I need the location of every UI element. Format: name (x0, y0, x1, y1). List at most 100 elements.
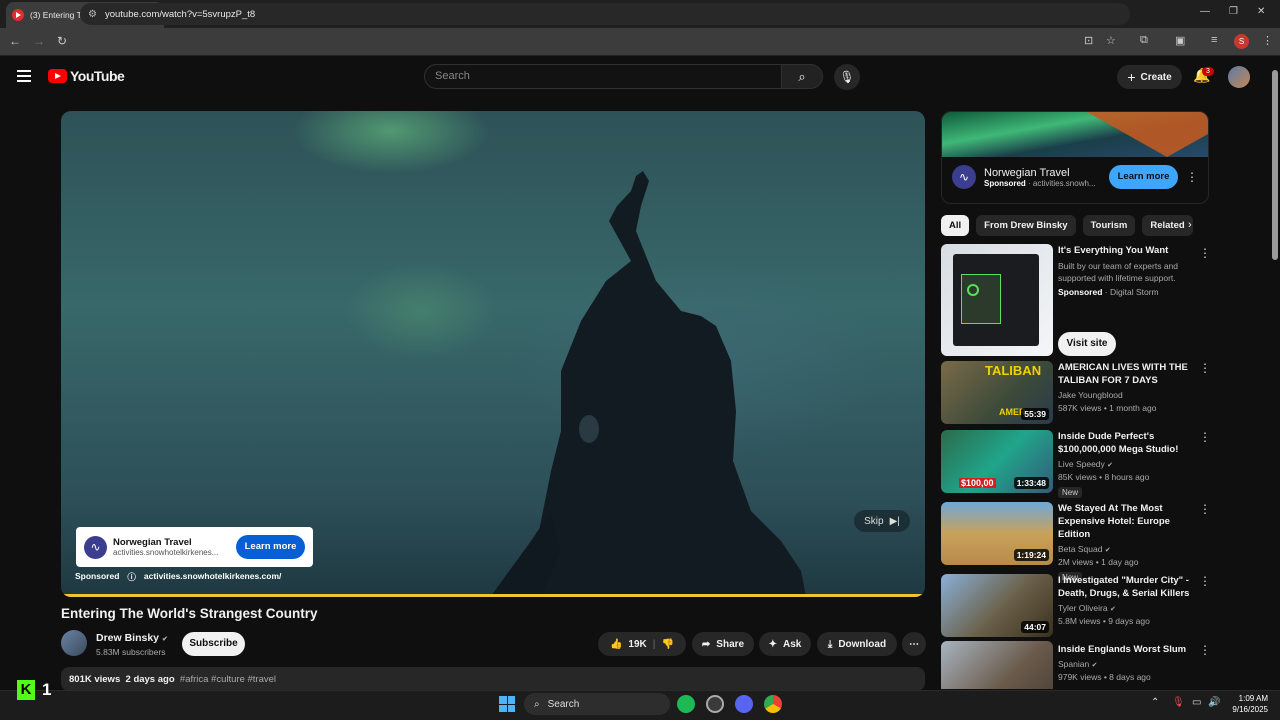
spotify-icon[interactable] (677, 695, 695, 713)
video-channel[interactable]: Spanian ✔ (1058, 659, 1198, 669)
site-info-icon[interactable]: ⚙ (88, 9, 97, 20)
thumbs-down-icon[interactable]: 👎 (662, 639, 674, 650)
download-button[interactable]: ⤓ Download (817, 632, 897, 656)
back-icon[interactable]: ← (9, 34, 21, 48)
video-duration: 44:07 (1021, 621, 1049, 633)
visit-site-button[interactable]: Visit site (1058, 332, 1116, 356)
share-button[interactable]: ➦ Share (692, 632, 754, 656)
chip-tourism[interactable]: Tourism (1082, 215, 1136, 236)
split-view-icon[interactable]: ▣ (1175, 34, 1185, 47)
video-channel[interactable]: Live Speedy ✔ (1058, 459, 1198, 469)
create-button[interactable]: + Create (1117, 65, 1182, 89)
video-frame-image (491, 171, 806, 596)
windows-start-icon[interactable] (499, 696, 515, 712)
more-vertical-icon[interactable]: ⋮ (1199, 361, 1211, 375)
system-clock[interactable]: 1:09 AM 9/16/2025 (1222, 693, 1268, 715)
more-vertical-icon[interactable]: ⋮ (1199, 574, 1211, 588)
microphone-icon[interactable]: 🎙 (1172, 697, 1185, 708)
ad-name: Norwegian Travel (113, 537, 192, 548)
video-duration: 1:19:24 (1013, 549, 1049, 561)
recommended-video[interactable]: $100,00 1:33:48 Inside Dude Perfect's $1… (941, 430, 1216, 498)
promoted-card[interactable]: It's Everything You Want Built by our te… (941, 244, 1216, 356)
network-icon[interactable]: ▭ (1192, 697, 1201, 708)
chip-related[interactable]: Related (1142, 215, 1193, 236)
discord-icon[interactable] (735, 695, 753, 713)
promo-title: It's Everything You Want (1058, 245, 1169, 256)
search-input[interactable]: Search (424, 64, 782, 89)
subscribe-button[interactable]: Subscribe (182, 632, 245, 656)
scrollbar-thumb[interactable] (1272, 70, 1278, 260)
reload-icon[interactable]: ↻ (57, 34, 67, 48)
thumbnail-text: $100,00 (959, 478, 996, 488)
verified-icon: ✔ (161, 636, 168, 643)
minimize-icon[interactable]: — (1200, 6, 1210, 17)
youtube-header: YouTube Search ⌕ 🎙 + Create 🔔 3 (0, 57, 1270, 97)
extensions-icon[interactable]: ⧉ (1140, 34, 1148, 47)
more-vertical-icon[interactable]: ⋮ (1199, 246, 1211, 260)
like-button[interactable]: 👍 19K (610, 639, 647, 650)
video-title: We Stayed At The Most Expensive Hotel: E… (1058, 503, 1170, 540)
video-ad-card[interactable]: ∿ Norwegian Travel activities.snowhotelk… (76, 527, 313, 567)
recommended-video[interactable]: 44:07 I Investigated "Murder City" - Dea… (941, 574, 1216, 637)
video-thumbnail: 1:19:24 (941, 502, 1053, 565)
description-box[interactable]: 801K views 2 days ago #africa #culture #… (61, 667, 925, 691)
taskbar-search[interactable]: ⌕ Search (524, 693, 670, 715)
browser-profile-avatar[interactable]: S (1234, 34, 1249, 49)
sponsored-url[interactable]: activities.snowhotelkirkenes.com/ (144, 571, 281, 583)
menu-icon[interactable] (17, 70, 31, 82)
user-avatar[interactable] (1228, 66, 1250, 88)
reading-list-icon[interactable]: ≡ (1211, 34, 1217, 46)
forward-icon[interactable]: → (33, 34, 45, 48)
close-window-icon[interactable]: ✕ (1257, 6, 1265, 17)
video-channel[interactable]: Tyler Oliveira ✔ (1058, 603, 1198, 613)
channel-name[interactable]: Drew Binsky ✔ (96, 632, 168, 644)
chevron-right-icon[interactable]: › (1188, 219, 1192, 231)
sidebar-ad-learn-more-button[interactable]: Learn more (1109, 165, 1178, 189)
view-count: 801K views (69, 674, 121, 685)
ad-progress-bar[interactable] (61, 594, 925, 597)
volume-icon[interactable]: 🔊 (1208, 697, 1220, 708)
subscriber-count: 5.83M subscribers (96, 647, 166, 657)
skip-ad-button[interactable]: Skip ▶| (854, 510, 910, 532)
video-duration: 55:39 (1021, 408, 1049, 420)
more-vertical-icon[interactable]: ⋮ (1186, 170, 1198, 184)
hashtags[interactable]: #africa #culture #travel (180, 674, 276, 685)
more-vertical-icon[interactable]: ⋮ (1199, 643, 1211, 657)
microphone-icon: 🎙 (839, 70, 855, 84)
video-player[interactable]: Skip ▶| ∿ Norwegian Travel activities.sn… (61, 111, 925, 597)
video-channel[interactable]: Beta Squad ✔ (1058, 544, 1198, 554)
chip-all[interactable]: All (941, 215, 970, 236)
tray-overflow-icon[interactable]: ⌃ (1151, 697, 1159, 708)
info-icon[interactable]: ⓘ (127, 571, 136, 583)
thumbs-up-icon: 👍 (609, 638, 623, 650)
video-channel[interactable]: Jake Youngblood (1058, 390, 1198, 400)
youtube-logo[interactable]: YouTube (48, 68, 125, 84)
promo-description: Built by our team of experts and support… (1058, 261, 1179, 283)
ad-learn-more-button[interactable]: Learn more (236, 535, 305, 559)
ad-banner-image (942, 112, 1208, 157)
verified-icon: ✔ (1104, 547, 1111, 554)
channel-avatar[interactable] (61, 630, 87, 656)
recommended-video[interactable]: 1:19:24 We Stayed At The Most Expensive … (941, 502, 1216, 583)
more-actions-button[interactable]: ⋯ (902, 632, 926, 656)
thumbnail-text: TALIBAN (985, 363, 1042, 378)
browser-menu-icon[interactable]: ⋮ (1262, 34, 1273, 47)
restore-icon[interactable]: ❐ (1229, 6, 1238, 17)
more-vertical-icon[interactable]: ⋮ (1199, 502, 1211, 516)
search-button[interactable]: ⌕ (781, 64, 823, 89)
advertiser-logo-icon: ∿ (952, 165, 976, 189)
install-app-icon[interactable]: ⊡ (1084, 34, 1093, 47)
recommended-video[interactable]: Inside Englands Worst Slum Spanian ✔ 979… (941, 641, 1216, 689)
ask-button[interactable]: ✦ Ask (759, 632, 811, 656)
notifications-badge: 3 (1202, 67, 1214, 76)
chrome-icon[interactable] (764, 695, 782, 713)
voice-search-button[interactable]: 🎙 (834, 64, 860, 90)
url-field[interactable]: ⚙ youtube.com/watch?v=5svrupzP_t8 (80, 3, 1130, 25)
recommended-video[interactable]: TALIBAN AMER 55:39 AMERICAN LIVES WITH T… (941, 361, 1216, 424)
app-icon[interactable] (706, 695, 724, 713)
chip-from-drew-binsky[interactable]: From Drew Binsky (976, 215, 1076, 236)
bookmark-star-icon[interactable]: ☆ (1106, 34, 1116, 47)
promo-meta: It's Everything You Want Built by our te… (1058, 244, 1198, 297)
sidebar-ad[interactable]: ∿ Norwegian Travel Sponsored · activitie… (941, 111, 1209, 204)
more-vertical-icon[interactable]: ⋮ (1199, 430, 1211, 444)
